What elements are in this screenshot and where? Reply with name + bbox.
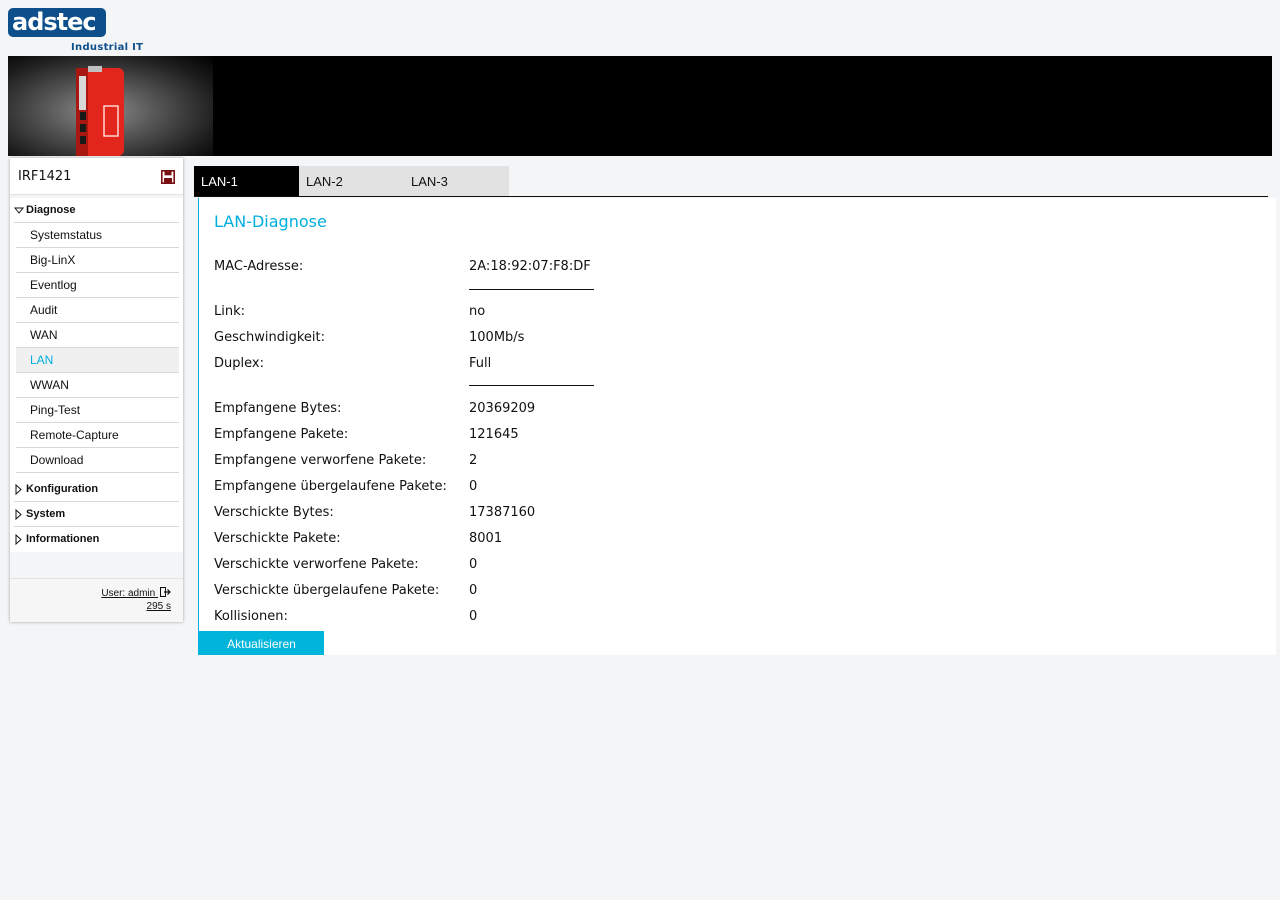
adstec-logo: adstec Industrial IT [8,8,143,54]
sidebar-section-label: Diagnose [26,204,76,216]
sidebar-item-download[interactable]: Download [16,448,179,473]
sidebar-footer: User: admin 295 s [10,578,183,622]
divider [469,289,594,290]
row-value: 20369209 [469,401,536,416]
user-logout-link[interactable]: User: admin [101,587,171,599]
info-row-rx-bytes: Empfangene Bytes: 20369209 [214,399,535,419]
logout-icon [160,587,171,597]
row-label: Link: [214,304,246,319]
session-timer: 295 s [146,601,171,612]
row-value: 2 [469,453,478,468]
row-label: MAC-Adresse: [214,259,304,274]
sidebar-section-system[interactable]: System [14,502,179,527]
sidebar-nav: Diagnose Systemstatus Big-LinX Eventlog … [10,198,183,552]
tab-lan-3[interactable]: LAN-3 [404,166,509,196]
sidebar-item-big-linx[interactable]: Big-LinX [16,248,179,273]
header-banner [8,56,1272,156]
sidebar-section-label: Informationen [26,533,100,545]
device-box: IRF1421 [10,158,183,195]
caret-right-icon [14,502,24,527]
row-value: 0 [469,479,478,494]
row-value: no [469,304,486,319]
lan-diagnose-panel: LAN-Diagnose MAC-Adresse: 2A:18:92:07:F8:… [198,198,1276,655]
logo-subtitle: Industrial IT [71,42,144,53]
row-value: 8001 [469,531,503,546]
sidebar-section-konfiguration[interactable]: Konfiguration [14,477,179,502]
info-row-rx-dropped: Empfangene verworfene Pakete: 2 [214,451,477,471]
row-label: Empfangene Pakete: [214,427,349,442]
info-row-tx-overrun: Verschickte übergelaufene Pakete: 0 [214,581,477,601]
row-label: Verschickte Bytes: [214,505,334,520]
sidebar-item-lan[interactable]: LAN [16,348,179,373]
row-value: 2A:18:92:07:F8:DF [469,259,591,274]
info-row-tx-bytes: Verschickte Bytes: 17387160 [214,503,535,523]
sidebar-section-informationen[interactable]: Informationen [14,527,179,552]
sidebar-section-diagnose[interactable]: Diagnose [13,198,179,223]
device-image [8,56,213,156]
sidebar-item-wan[interactable]: WAN [16,323,179,348]
device-name: IRF1421 [18,169,72,184]
page-title: LAN-Diagnose [214,212,327,231]
row-value: 121645 [469,427,519,442]
caret-right-icon [14,477,24,502]
divider [469,385,594,386]
user-label: User: admin [101,588,156,599]
info-row-tx-dropped: Verschickte verworfene Pakete: 0 [214,555,477,575]
sidebar-section-label: System [26,508,66,520]
sidebar-item-remote-capture[interactable]: Remote-Capture [16,423,179,448]
save-disk-icon[interactable] [161,169,175,184]
row-label: Empfangene übergelaufene Pakete: [214,479,447,494]
row-value: 17387160 [469,505,536,520]
caret-down-icon [13,198,25,223]
info-row-link: Link: no [214,302,485,322]
lan-tabs: LAN-1 LAN-2 LAN-3 [194,166,1268,197]
row-label: Empfangene Bytes: [214,401,342,416]
sidebar: IRF1421 Diagnose Systemstatus Big-LinX E… [10,158,183,622]
row-label: Verschickte übergelaufene Pakete: [214,583,440,598]
row-value: 0 [469,557,478,572]
tab-lan-2[interactable]: LAN-2 [299,166,404,196]
row-label: Verschickte Pakete: [214,531,341,546]
row-value: 100Mb/s [469,330,525,345]
info-row-duplex: Duplex: Full [214,354,491,374]
refresh-button[interactable]: Aktualisieren [199,631,324,655]
sidebar-item-eventlog[interactable]: Eventlog [16,273,179,298]
info-row-mac: MAC-Adresse: 2A:18:92:07:F8:DF [214,257,591,277]
info-row-rx-overrun: Empfangene übergelaufene Pakete: 0 [214,477,477,497]
sidebar-item-ping-test[interactable]: Ping-Test [16,398,179,423]
row-value: 0 [469,583,478,598]
logo-mark: adstec [8,8,106,37]
tab-lan-1[interactable]: LAN-1 [194,166,299,196]
info-row-rx-packets: Empfangene Pakete: 121645 [214,425,519,445]
sidebar-item-wwan[interactable]: WWAN [16,373,179,398]
sidebar-item-audit[interactable]: Audit [16,298,179,323]
sidebar-section-label: Konfiguration [26,483,99,495]
info-row-speed: Geschwindigkeit: 100Mb/s [214,328,524,348]
row-label: Duplex: [214,356,264,371]
row-value: Full [469,356,492,371]
row-label: Geschwindigkeit: [214,330,325,345]
row-label: Kollisionen: [214,609,288,624]
row-label: Empfangene verworfene Pakete: [214,453,427,468]
info-row-collisions: Kollisionen: 0 [214,607,477,627]
row-value: 0 [469,609,478,624]
info-row-tx-packets: Verschickte Pakete: 8001 [214,529,502,549]
caret-right-icon [14,527,24,552]
row-label: Verschickte verworfene Pakete: [214,557,419,572]
sidebar-item-systemstatus[interactable]: Systemstatus [16,223,179,248]
